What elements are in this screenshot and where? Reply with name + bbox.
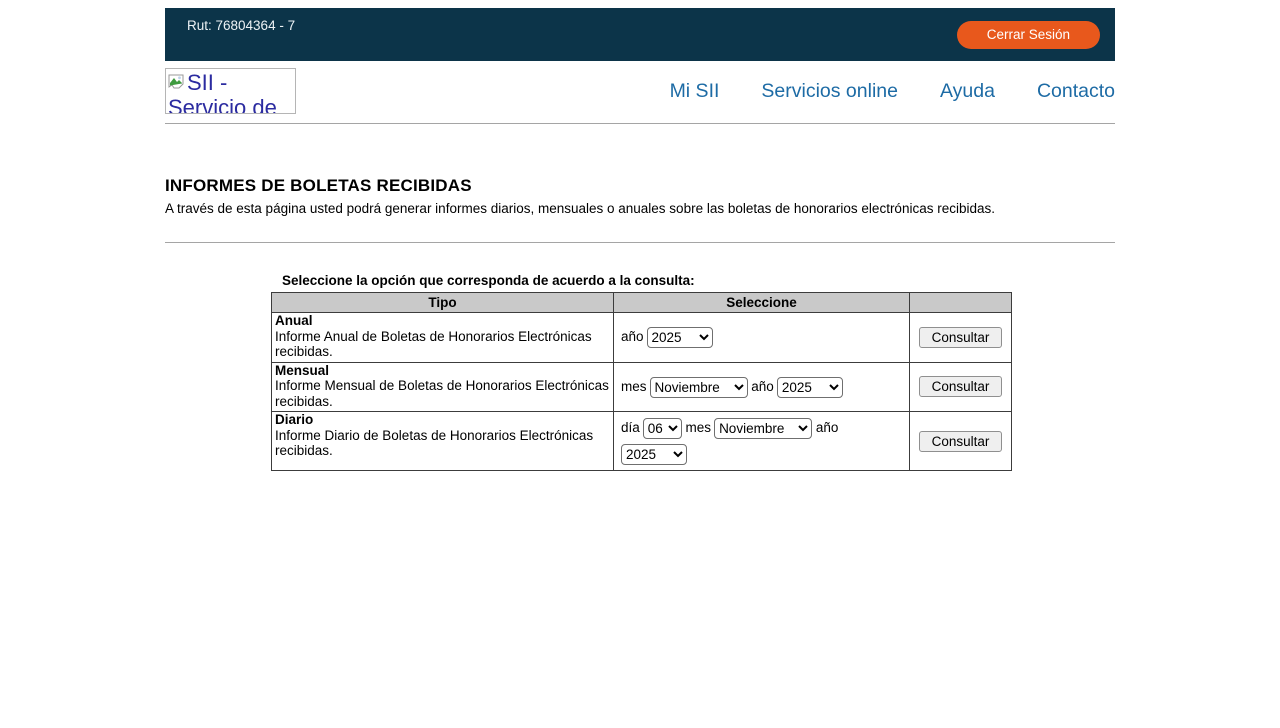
table-header-row: Tipo Seleccione [272,293,1012,313]
page-container: Rut: 76804364 - 7 Cerrar Sesión SII - Se… [165,8,1115,471]
nav-mi-sii[interactable]: Mi SII [670,80,720,103]
mensual-month-select[interactable]: Noviembre [650,377,748,398]
row-description-mensual: Informe Mensual de Boletas de Honorarios… [275,378,609,409]
nav-contacto[interactable]: Contacto [1037,80,1115,103]
rut-label: Rut: 76804364 - 7 [187,18,295,33]
year-label: año [816,420,839,435]
divider [165,242,1115,243]
consultar-button-anual[interactable]: Consultar [919,327,1003,348]
col-header-tipo: Tipo [272,293,614,313]
page-title: INFORMES DE BOLETAS RECIBIDAS [165,176,1115,196]
row-description-anual: Informe Anual de Boletas de Honorarios E… [275,329,592,360]
month-label: mes [686,420,712,435]
mensual-year-select[interactable]: 2025 [777,377,843,398]
logout-button[interactable]: Cerrar Sesión [957,21,1100,49]
month-label: mes [621,379,647,394]
consultar-button-mensual[interactable]: Consultar [919,376,1003,397]
form-prompt: Seleccione la opción que corresponda de … [271,273,1115,288]
row-type-diario: Diario [275,412,610,428]
row-type-mensual: Mensual [275,363,610,379]
nav-ayuda[interactable]: Ayuda [940,80,995,103]
col-header-actions [910,293,1012,313]
table-row-diario: DiarioInforme Diario de Boletas de Honor… [272,412,1012,471]
anual-year-select[interactable]: 2025 [647,327,713,348]
page-description: A través de esta página usted podrá gene… [165,201,1115,216]
report-form: Seleccione la opción que corresponda de … [271,273,1115,471]
nav-servicios-online[interactable]: Servicios online [761,80,898,103]
row-type-anual: Anual [275,313,610,329]
diario-year-select[interactable]: 2025 [621,444,687,465]
day-label: día [621,420,640,435]
year-label: año [621,329,644,344]
table-row-mensual: MensualInforme Mensual de Boletas de Hon… [272,362,1012,412]
diario-day-select[interactable]: 06 [643,418,682,439]
consultar-button-diario[interactable]: Consultar [919,431,1003,452]
session-bar: Rut: 76804364 - 7 Cerrar Sesión [165,8,1115,61]
main-nav: Mi SII Servicios online Ayuda Contacto [628,80,1115,103]
sii-logo[interactable]: SII - Servicio de [165,68,296,114]
report-options-table: Tipo Seleccione AnualInforme Anual de Bo… [271,292,1012,471]
broken-image-icon [168,74,186,95]
table-row-anual: AnualInforme Anual de Boletas de Honorar… [272,313,1012,363]
col-header-seleccione: Seleccione [614,293,910,313]
diario-month-select[interactable]: Noviembre [714,418,812,439]
site-header: SII - Servicio de Mi SII Servicios onlin… [165,61,1115,124]
row-description-diario: Informe Diario de Boletas de Honorarios … [275,428,593,459]
year-label: año [751,379,774,394]
